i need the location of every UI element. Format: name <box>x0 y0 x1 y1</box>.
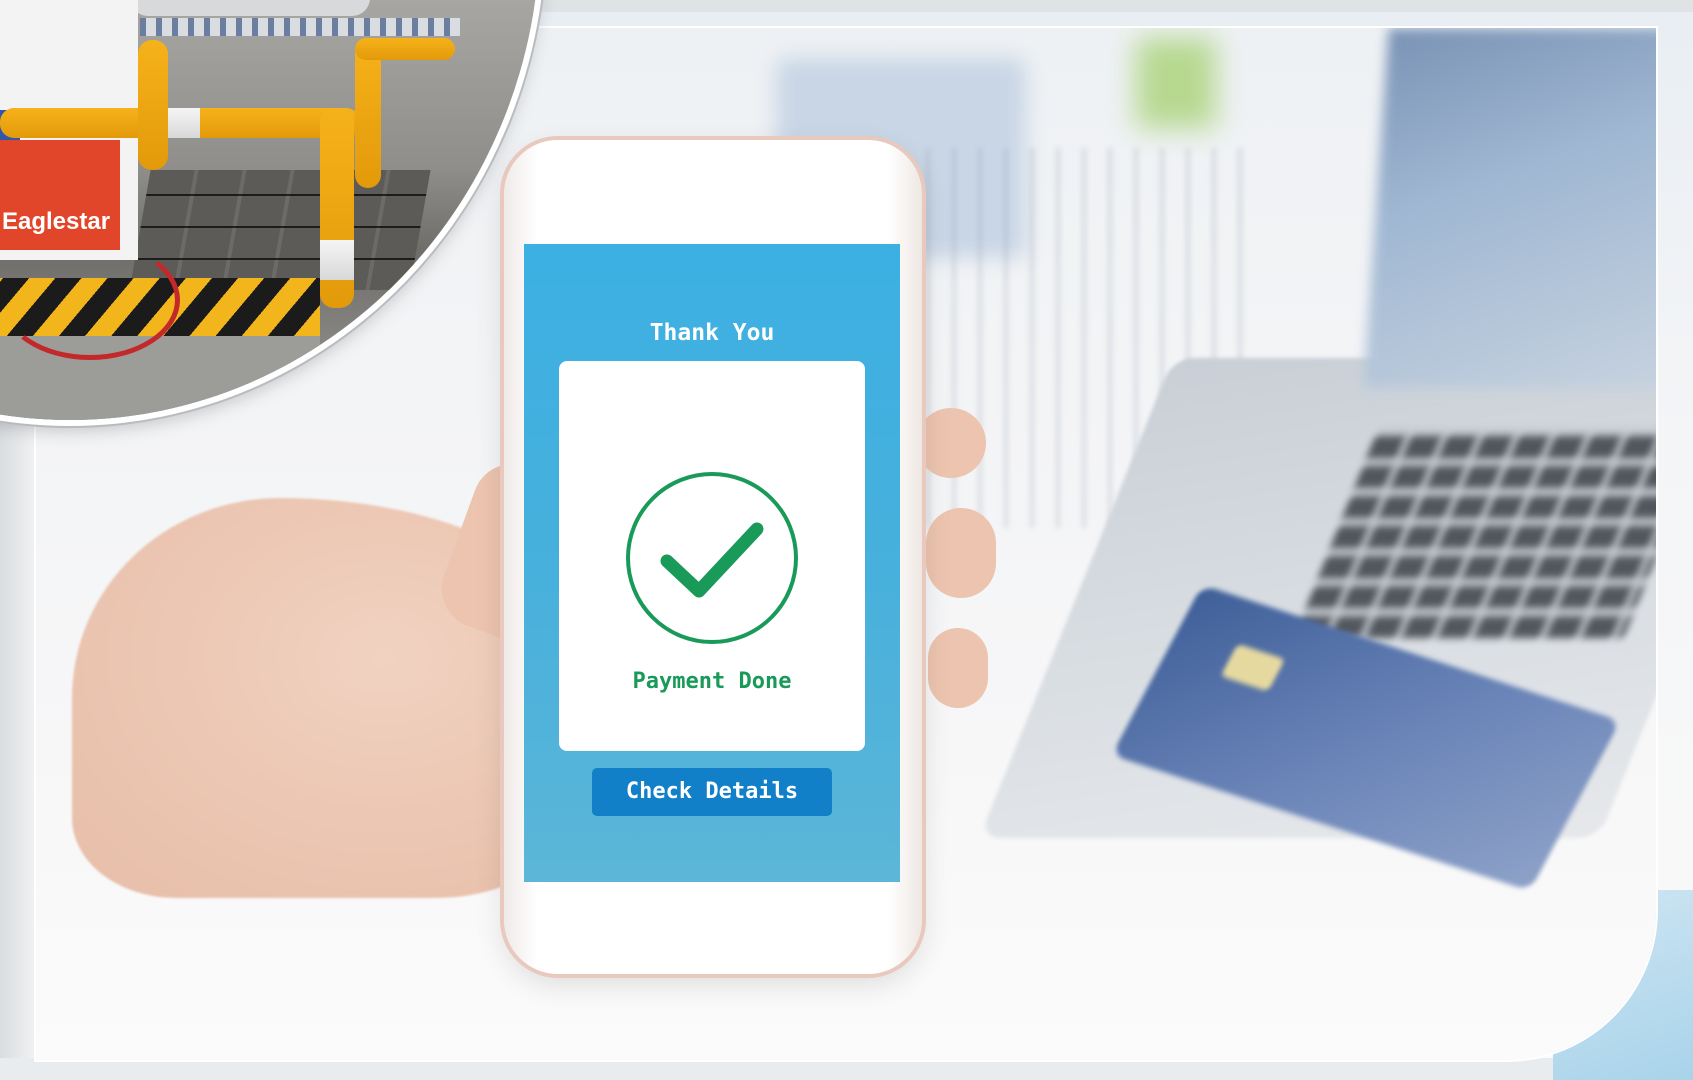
finger-3 <box>928 628 988 708</box>
laptop-screen <box>1363 28 1656 388</box>
check-details-button[interactable]: Check Details <box>592 768 832 816</box>
pavement-tiles <box>129 170 431 290</box>
phone-screen: Thank You Payment Done Check Details <box>524 244 900 882</box>
finger-1 <box>916 408 986 478</box>
barrier-post-white-band <box>320 240 354 280</box>
card-chip <box>1220 643 1286 692</box>
finger-2 <box>926 508 996 598</box>
red-cable <box>0 240 180 360</box>
fuel-station-scene: Eaglestar <box>0 0 540 420</box>
barrier-back-post <box>355 38 381 188</box>
image-frame: Thank You Payment Done Check Details Eag… <box>0 0 1693 1080</box>
eaglestar-sign-text: Eaglestar <box>2 208 111 235</box>
background-plant <box>1136 38 1216 128</box>
frame-bottom-edge <box>0 1058 1693 1080</box>
payment-done-label: Payment Done <box>632 669 792 694</box>
smartphone: Thank You Payment Done Check Details <box>504 140 922 974</box>
fence <box>140 18 460 36</box>
thank-you-heading: Thank You <box>649 320 775 346</box>
inset-photo: Eaglestar <box>0 0 540 420</box>
parked-car <box>130 0 370 16</box>
barrier-back-rail <box>355 38 455 60</box>
check-circle-icon <box>626 472 798 644</box>
barrier-left-post <box>138 40 168 170</box>
payment-status-card: Payment Done <box>559 361 865 751</box>
